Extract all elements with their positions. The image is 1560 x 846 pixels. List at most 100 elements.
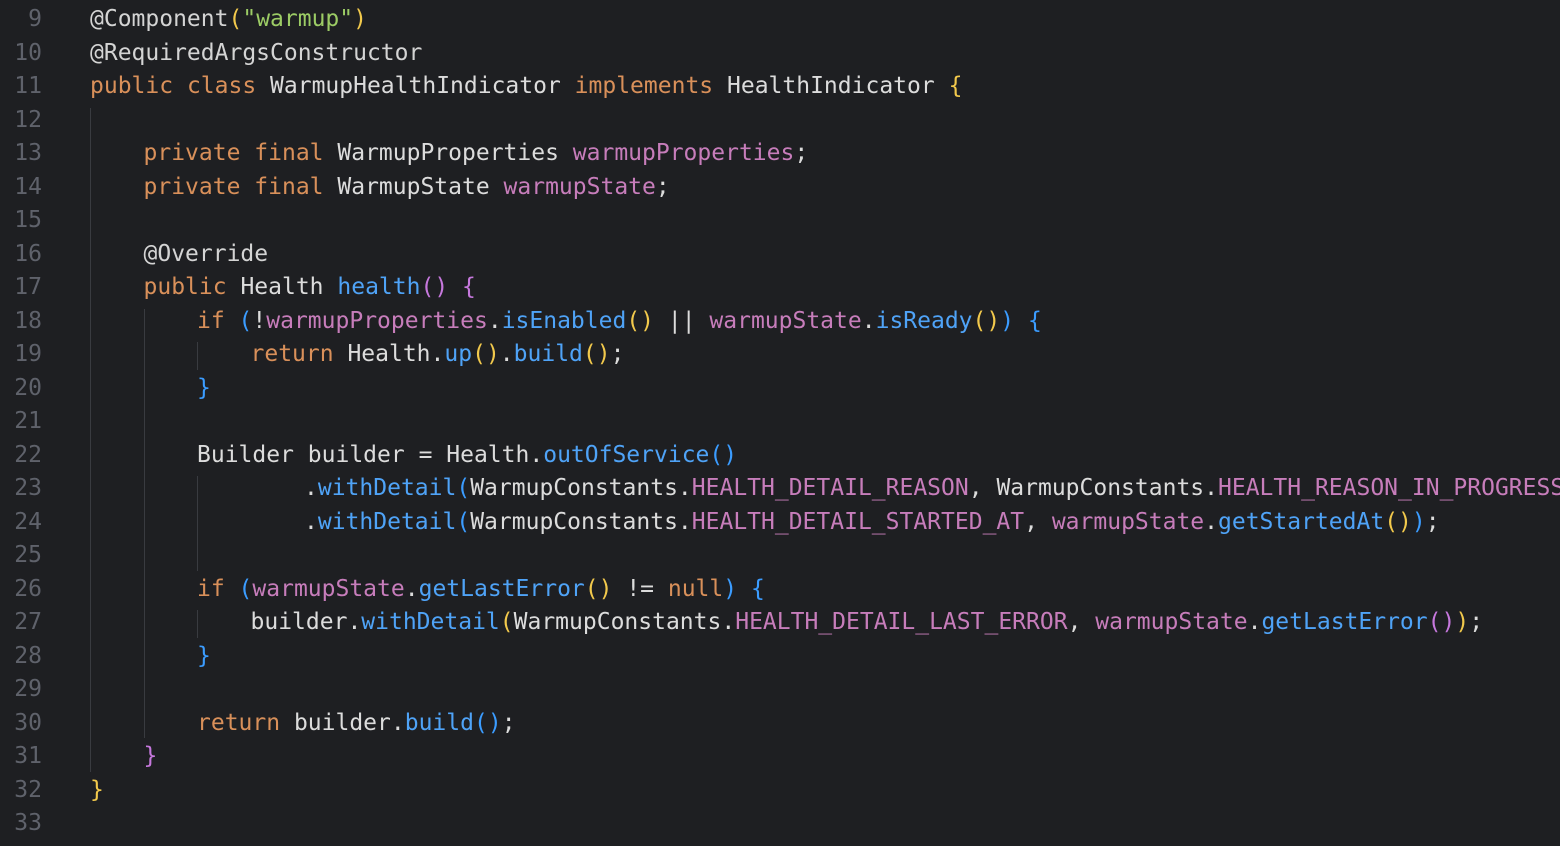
code-line[interactable]: 32} <box>0 774 1560 807</box>
line-number[interactable]: 23 <box>0 472 42 505</box>
line-number[interactable]: 11 <box>0 70 42 103</box>
code-token: public <box>90 73 187 99</box>
line-number[interactable]: 16 <box>0 238 42 271</box>
code-text[interactable]: return builder.build(); <box>197 707 516 740</box>
line-number[interactable]: 26 <box>0 573 42 606</box>
code-text[interactable]: @Override <box>144 238 269 271</box>
code-token: return <box>197 709 294 736</box>
code-token: ; <box>655 173 670 200</box>
code-token: WarmupConstants <box>513 609 722 635</box>
code-token: . <box>1247 609 1262 635</box>
code-token: isEnabled <box>501 307 627 334</box>
code-token: HEALTH_REASON_IN_PROGRESS <box>1218 475 1560 501</box>
line-number[interactable]: 22 <box>0 439 42 472</box>
line-number[interactable]: 12 <box>0 104 42 137</box>
code-line[interactable]: 31} <box>0 740 1560 773</box>
code-token: WarmupConstants <box>470 475 678 501</box>
code-line[interactable]: 25 <box>0 539 1560 572</box>
code-text[interactable]: } <box>144 740 158 773</box>
code-token: warmupProperties <box>572 140 795 166</box>
code-token: WarmupProperties <box>337 140 573 166</box>
code-token: () <box>972 307 1001 334</box>
code-token: ; <box>794 140 809 166</box>
line-number[interactable]: 18 <box>0 305 42 338</box>
code-token: Health <box>347 341 431 367</box>
line-number[interactable]: 13 <box>0 137 42 170</box>
code-text[interactable]: if (warmupState.getLastError() != null) … <box>197 573 765 606</box>
code-text[interactable]: @RequiredArgsConstructor <box>90 37 422 70</box>
code-text[interactable]: public Health health() { <box>144 271 476 304</box>
line-number[interactable]: 30 <box>0 707 42 740</box>
code-line[interactable]: 13 private final WarmupProperties warmupP… <box>0 137 1560 170</box>
line-number[interactable]: 9 <box>0 3 42 36</box>
code-line[interactable]: 9 @Component("warmup") <box>0 3 1560 36</box>
code-text[interactable]: .withDetail(WarmupConstants.HEALTH_DETAI… <box>304 506 1440 539</box>
line-number[interactable]: 28 <box>0 640 42 673</box>
code-line[interactable]: 28} <box>0 640 1560 673</box>
code-token: . <box>677 475 692 501</box>
code-text[interactable]: public class WarmupHealthIndicator imple… <box>90 70 962 103</box>
code-line[interactable]: 19 return Health.up().build(); <box>0 338 1560 371</box>
code-text[interactable]: @Component("warmup") <box>90 3 367 36</box>
code-line[interactable]: 33 <box>0 807 1560 840</box>
code-line[interactable]: 21 <box>0 405 1560 438</box>
code-token: implements <box>574 73 727 99</box>
code-text[interactable]: .withDetail(WarmupConstants.HEALTH_DETAI… <box>304 472 1560 505</box>
code-text[interactable]: } <box>197 640 211 673</box>
code-text[interactable]: } <box>197 372 211 405</box>
code-token: != <box>612 575 668 602</box>
code-line[interactable]: 16 @Override <box>0 238 1560 271</box>
code-line[interactable]: 22 Builder builder = Health.outOfService(… <box>0 439 1560 472</box>
line-number[interactable]: 29 <box>0 673 42 706</box>
code-text[interactable]: private final WarmupProperties warmupPro… <box>144 137 809 170</box>
code-editor[interactable]: 9 @Component("warmup") 10 @RequiredArgsCons… <box>0 0 1560 846</box>
line-number[interactable]: 20 <box>0 372 42 405</box>
line-number[interactable]: 33 <box>0 807 42 840</box>
code-token: ( <box>499 609 514 635</box>
code-line[interactable]: 15 <box>0 204 1560 237</box>
code-line[interactable]: 24 .withDetail(WarmupConstants.HEALTH_DET… <box>0 506 1560 539</box>
code-text[interactable]: return Health.up().build(); <box>251 338 625 371</box>
code-text[interactable]: Builder builder = Health.outOfService() <box>197 439 737 472</box>
code-line[interactable]: 18 if (!warmupProperties.isEnabled() || w… <box>0 305 1560 338</box>
code-line[interactable]: 30 return builder.build(); <box>0 707 1560 740</box>
code-text[interactable]: private final WarmupState warmupState; <box>144 171 670 204</box>
code-token: null <box>667 575 724 602</box>
code-token: getLastError <box>418 575 585 602</box>
code-token: private <box>143 173 255 200</box>
line-number[interactable]: 24 <box>0 506 42 539</box>
code-token: withDetail <box>317 475 457 501</box>
code-text[interactable]: if (!warmupProperties.isEnabled() || war… <box>197 305 1042 338</box>
line-number[interactable]: 21 <box>0 405 42 438</box>
code-line[interactable]: 26 if (warmupState.getLastError() != null… <box>0 573 1560 606</box>
code-line[interactable]: 10 @RequiredArgsConstructor <box>0 37 1560 70</box>
code-line[interactable]: 29 <box>0 673 1560 706</box>
code-line[interactable]: 12 <box>0 104 1560 137</box>
line-number[interactable]: 17 <box>0 271 42 304</box>
line-number[interactable]: 14 <box>0 171 42 204</box>
code-token: withDetail <box>317 508 457 535</box>
code-text[interactable]: builder.withDetail(WarmupConstants.HEALT… <box>251 606 1484 639</box>
line-number[interactable]: 27 <box>0 606 42 639</box>
code-token: final <box>254 173 338 200</box>
code-token: ) <box>1455 609 1470 635</box>
code-line[interactable]: 11 public class WarmupHealthIndicator imp… <box>0 70 1560 103</box>
code-line[interactable]: 23 .withDetail(WarmupConstants.HEALTH_DET… <box>0 472 1560 505</box>
line-number[interactable]: 25 <box>0 539 42 572</box>
code-token: . <box>404 575 419 602</box>
code-line[interactable]: 27 builder.withDetail(WarmupConstants.HEA… <box>0 606 1560 639</box>
code-text[interactable]: } <box>90 774 104 807</box>
code-token: up <box>444 341 473 367</box>
code-token: . <box>499 341 514 367</box>
line-number[interactable]: 31 <box>0 740 42 773</box>
code-token: getLastError <box>1261 609 1428 635</box>
code-line[interactable]: 20} <box>0 372 1560 405</box>
code-line[interactable]: 14 private final WarmupState warmupState; <box>0 171 1560 204</box>
code-token: withDetail <box>361 609 500 635</box>
line-number[interactable]: 15 <box>0 204 42 237</box>
line-number[interactable]: 10 <box>0 37 42 70</box>
line-number[interactable]: 19 <box>0 338 42 371</box>
code-line[interactable]: 17 public Health health() { <box>0 271 1560 304</box>
line-number[interactable]: 32 <box>0 774 42 807</box>
code-token: () <box>584 575 613 602</box>
